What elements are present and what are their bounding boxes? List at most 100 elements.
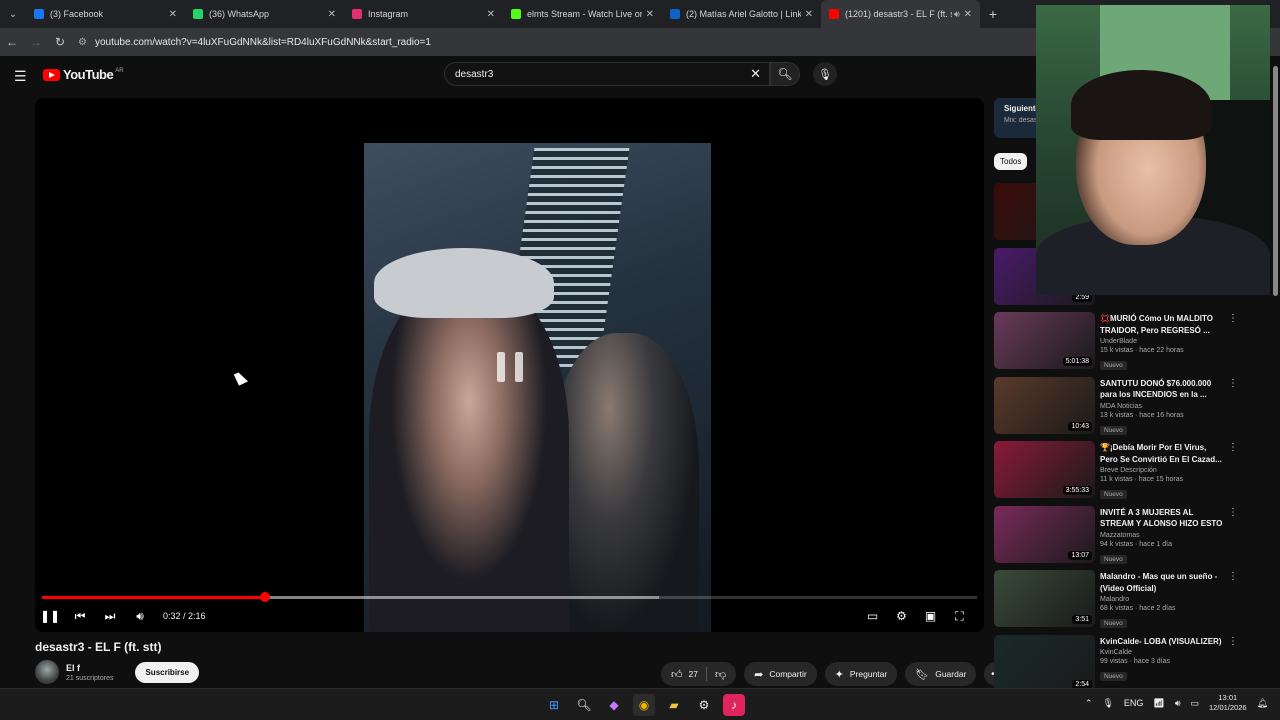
recommendation-item[interactable]: 5:01:38 💢MURIÓ Cómo Un MALDITO TRAIDOR, P…: [994, 312, 1274, 377]
recommendation-thumbnail[interactable]: 2:54: [994, 634, 1095, 692]
more-options-icon[interactable]: ⋮: [1228, 571, 1238, 582]
tab-close-icon[interactable]: ✕: [328, 9, 336, 20]
recommendation-item[interactable]: 10:43 SANTUTU DONÓ $76.000.000 para los I…: [994, 376, 1274, 442]
video-player[interactable]: ❚❚ ⏮︎ ⏭︎ 🔊︎ 0:32 / 2:16 ▭ ⚙ ▣ ⛶: [35, 98, 984, 632]
chrome-icon[interactable]: ◉: [633, 694, 655, 716]
recommendation-thumbnail[interactable]: 3:51: [994, 570, 1095, 627]
page-scrollbar[interactable]: [1271, 56, 1280, 688]
recommendation-title[interactable]: KvinCalde- LOBA (VISUALIZER): [1100, 636, 1224, 648]
recommendation-title[interactable]: 💢MURIÓ Cómo Un MALDITO TRAIDOR, Pero REG…: [1100, 313, 1224, 336]
recommendation-thumbnail[interactable]: 10:43: [994, 376, 1095, 434]
recommendation-channel[interactable]: Malandro: [1100, 596, 1224, 603]
recommendation-channel[interactable]: Mazzatomas: [1100, 532, 1224, 539]
subscribe-button[interactable]: Suscribirse: [135, 661, 200, 683]
clock[interactable]: 13:01 12/01/2026: [1209, 693, 1247, 713]
fullscreen-icon[interactable]: ⛶: [945, 609, 974, 624]
new-badge: Nuevo: [1100, 554, 1127, 564]
next-icon[interactable]: ⏭︎: [95, 609, 125, 624]
recommendation-channel[interactable]: Breve Descripción: [1100, 467, 1224, 474]
search-input[interactable]: desastr3 ✕: [444, 62, 770, 86]
like-count[interactable]: 27: [689, 669, 698, 679]
browser-tab[interactable]: (2) Matías Ariel Galotto | Linked ✕: [662, 0, 821, 28]
tab-audio-icon[interactable]: 🔊︎: [954, 9, 960, 20]
youtube-logo[interactable]: YouTube AR: [43, 67, 124, 82]
language-indicator[interactable]: ENG: [1124, 698, 1144, 708]
tab-close-icon[interactable]: ✕: [169, 9, 177, 20]
battery-icon[interactable]: ▭: [1191, 698, 1200, 709]
progress-bar[interactable]: [42, 592, 977, 602]
recommendation-item[interactable]: 13:07 INVITÉ A 3 MUJERES AL STREAM Y ALON…: [994, 505, 1274, 571]
channel-name[interactable]: El f: [66, 663, 113, 673]
more-options-icon[interactable]: ⋮: [1228, 313, 1238, 324]
browser-tab[interactable]: Instagram ✕: [344, 0, 503, 28]
browser-tab[interactable]: (3) Facebook ✕: [26, 0, 185, 28]
wifi-icon[interactable]: 📶︎: [1153, 698, 1164, 709]
recommendation-thumbnail[interactable]: 13:07: [994, 505, 1095, 563]
tray-overflow-icon[interactable]: ⌃: [1085, 698, 1093, 709]
notifications-icon[interactable]: 🔔︎: [1257, 698, 1268, 709]
more-options-icon[interactable]: ⋮: [1228, 507, 1238, 518]
new-badge: Nuevo: [1100, 425, 1127, 435]
progress-scrubber[interactable]: [260, 592, 271, 602]
file-explorer-icon[interactable]: ▰: [663, 694, 685, 716]
subtitles-icon[interactable]: ▭: [858, 609, 887, 623]
recommendation-title[interactable]: 🏆¡Debía Morir Por El Virus, Pero Se Conv…: [1100, 442, 1224, 465]
recommendation-channel[interactable]: MDA Noticias: [1100, 403, 1224, 410]
search-button[interactable]: 🔍︎: [770, 62, 800, 86]
tab-close-icon[interactable]: ✕: [487, 9, 495, 20]
windows-start-icon[interactable]: ⊞: [543, 694, 565, 716]
browser-tab[interactable]: (1201) desastr3 - EL F (ft. st 🔊︎ ✕: [821, 0, 980, 28]
recommendation-item[interactable]: 3:51 Malandro - Mas que un sueño - (Video…: [994, 570, 1274, 635]
recommendation-channel[interactable]: KvinCalde: [1100, 649, 1224, 656]
share-button[interactable]: ➦ Compartir: [744, 662, 817, 686]
more-options-icon[interactable]: ⋮: [1228, 636, 1238, 647]
clear-search-icon[interactable]: ✕: [750, 66, 761, 82]
tab-close-icon[interactable]: ✕: [964, 9, 972, 20]
webcam-overlay: [1036, 5, 1270, 295]
recommendation-title[interactable]: INVITÉ A 3 MUJERES AL STREAM Y ALONSO HI…: [1100, 507, 1224, 530]
recommendation-thumbnail[interactable]: 3:55:33: [994, 441, 1095, 498]
save-button[interactable]: 🔖︎ Guardar: [905, 662, 977, 686]
copilot-icon[interactable]: ◆: [603, 694, 625, 716]
dislike-icon[interactable]: 👎︎: [715, 668, 726, 681]
chip-all[interactable]: Todos: [994, 153, 1028, 170]
tiktok-icon[interactable]: ♪: [723, 694, 745, 716]
menu-icon[interactable]: ☰: [14, 68, 27, 85]
tab-search-chevron-icon[interactable]: ⌄: [0, 0, 26, 28]
recommendation-thumbnail[interactable]: 5:01:38: [994, 312, 1095, 369]
volume-icon[interactable]: 🔊︎: [125, 609, 155, 624]
browser-tab[interactable]: elmts Stream - Watch Live on K ✕: [503, 0, 662, 28]
ask-button[interactable]: ✦ Preguntar: [824, 662, 898, 686]
recommendation-channel[interactable]: UnderBlade: [1100, 338, 1224, 345]
recommendation-item[interactable]: 3:55:33 🏆¡Debía Morir Por El Virus, Pero …: [994, 441, 1274, 506]
settings-gear-icon[interactable]: ⚙: [887, 609, 916, 623]
browser-tab[interactable]: (36) WhatsApp ✕: [185, 0, 344, 28]
previous-icon[interactable]: ⏮︎: [65, 609, 95, 624]
tab-close-icon[interactable]: ✕: [646, 9, 654, 20]
scrollbar-thumb[interactable]: [1273, 66, 1278, 296]
pause-icon[interactable]: ❚❚: [35, 609, 65, 623]
site-info-icon[interactable]: ⚙: [78, 37, 87, 48]
recommendation-title[interactable]: SANTUTU DONÓ $76.000.000 para los INCEND…: [1100, 378, 1224, 401]
like-icon[interactable]: 👍︎: [671, 668, 683, 681]
taskbar-search-icon[interactable]: 🔍︎: [573, 694, 595, 716]
recommendation-title[interactable]: Malandro - Mas que un sueño - (Video Off…: [1100, 571, 1224, 594]
channel-avatar[interactable]: [35, 660, 59, 684]
forward-arrow-icon[interactable]: →: [24, 35, 48, 49]
app-icon[interactable]: ⚙: [693, 694, 715, 716]
recommendation-stats: 68 k vistas · hace 2 días: [1100, 605, 1176, 612]
new-tab-button[interactable]: +: [980, 6, 1006, 22]
reload-icon[interactable]: ↻: [48, 35, 72, 49]
tray-mic-icon[interactable]: 🎙︎: [1102, 698, 1113, 709]
url-field[interactable]: ⚙ youtube.com/watch?v=4luXFuGdNNk&list=R…: [78, 37, 431, 48]
more-options-icon[interactable]: ⋮: [1228, 442, 1238, 453]
miniplayer-icon[interactable]: ▣: [916, 609, 945, 623]
back-arrow-icon[interactable]: ←: [0, 35, 24, 49]
tab-title: Instagram: [368, 9, 409, 19]
more-options-icon[interactable]: ⋮: [1228, 378, 1238, 389]
voice-search-button[interactable]: 🎙︎: [813, 62, 837, 86]
tab-title: (2) Matías Ariel Galotto | Linked: [686, 9, 801, 19]
tab-close-icon[interactable]: ✕: [805, 9, 813, 20]
speaker-icon[interactable]: 🔊︎: [1175, 698, 1181, 709]
tab-favicon-icon: [352, 9, 362, 19]
